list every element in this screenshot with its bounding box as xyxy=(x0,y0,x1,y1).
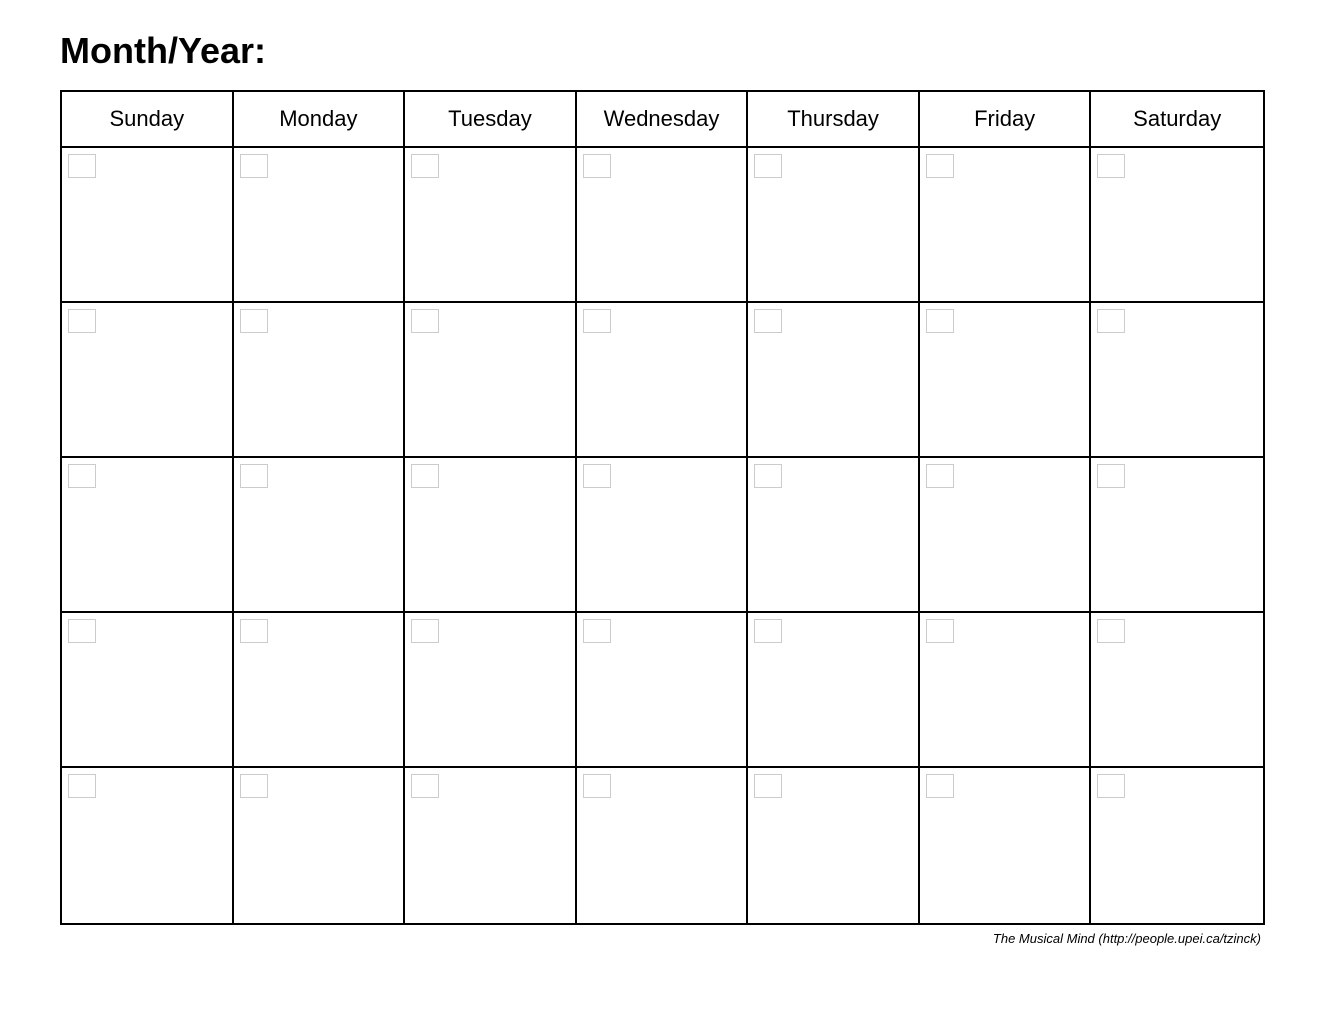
date-number-box xyxy=(926,619,954,643)
calendar-body xyxy=(62,148,1263,923)
calendar-cell xyxy=(62,458,234,611)
date-number-box xyxy=(926,154,954,178)
day-header-monday: Monday xyxy=(234,92,406,146)
calendar-cell xyxy=(1091,768,1263,923)
calendar-cell xyxy=(1091,148,1263,301)
date-number-box xyxy=(583,154,611,178)
date-number-box xyxy=(926,464,954,488)
day-header-saturday: Saturday xyxy=(1091,92,1263,146)
calendar-cell xyxy=(577,148,749,301)
date-number-box xyxy=(754,774,782,798)
date-number-box xyxy=(68,774,96,798)
date-number-box xyxy=(754,619,782,643)
calendar-cell xyxy=(62,303,234,456)
date-number-box xyxy=(411,619,439,643)
calendar-cell xyxy=(748,458,920,611)
date-number-box xyxy=(411,774,439,798)
date-number-box xyxy=(68,619,96,643)
calendar-cell xyxy=(405,768,577,923)
day-header-tuesday: Tuesday xyxy=(405,92,577,146)
calendar-cell xyxy=(748,768,920,923)
date-number-box xyxy=(754,154,782,178)
page-title: Month/Year: xyxy=(60,30,1265,72)
calendar-cell xyxy=(920,768,1092,923)
calendar-cell xyxy=(234,458,406,611)
calendar-cell xyxy=(920,613,1092,766)
date-number-box xyxy=(1097,464,1125,488)
calendar-week-3 xyxy=(62,458,1263,613)
day-header-thursday: Thursday xyxy=(748,92,920,146)
calendar-cell xyxy=(577,768,749,923)
date-number-box xyxy=(240,774,268,798)
calendar-week-1 xyxy=(62,148,1263,303)
date-number-box xyxy=(1097,619,1125,643)
date-number-box xyxy=(926,309,954,333)
calendar-cell xyxy=(405,458,577,611)
calendar-cell xyxy=(405,303,577,456)
date-number-box xyxy=(411,154,439,178)
day-header-wednesday: Wednesday xyxy=(577,92,749,146)
calendar-week-5 xyxy=(62,768,1263,923)
calendar-cell xyxy=(577,458,749,611)
date-number-box xyxy=(411,309,439,333)
date-number-box xyxy=(926,774,954,798)
calendar-cell xyxy=(405,613,577,766)
date-number-box xyxy=(583,464,611,488)
calendar-cell xyxy=(748,613,920,766)
date-number-box xyxy=(583,309,611,333)
calendar-cell xyxy=(748,148,920,301)
date-number-box xyxy=(240,619,268,643)
calendar-week-2 xyxy=(62,303,1263,458)
date-number-box xyxy=(411,464,439,488)
calendar-cell xyxy=(62,148,234,301)
date-number-box xyxy=(240,464,268,488)
calendar-cell xyxy=(1091,613,1263,766)
calendar-cell xyxy=(577,613,749,766)
date-number-box xyxy=(68,464,96,488)
day-header-sunday: Sunday xyxy=(62,92,234,146)
calendar-cell xyxy=(1091,303,1263,456)
date-number-box xyxy=(240,309,268,333)
calendar-header: SundayMondayTuesdayWednesdayThursdayFrid… xyxy=(62,92,1263,148)
date-number-box xyxy=(754,464,782,488)
calendar-cell xyxy=(62,768,234,923)
calendar-cell xyxy=(577,303,749,456)
date-number-box xyxy=(583,774,611,798)
date-number-box xyxy=(68,154,96,178)
footer: The Musical Mind (http://people.upei.ca/… xyxy=(60,931,1265,946)
calendar-cell xyxy=(1091,458,1263,611)
calendar-cell xyxy=(234,303,406,456)
date-number-box xyxy=(1097,774,1125,798)
calendar-cell xyxy=(920,458,1092,611)
calendar-cell xyxy=(920,303,1092,456)
date-number-box xyxy=(754,309,782,333)
date-number-box xyxy=(1097,154,1125,178)
calendar-cell xyxy=(234,613,406,766)
calendar-cell xyxy=(405,148,577,301)
date-number-box xyxy=(68,309,96,333)
date-number-box xyxy=(583,619,611,643)
date-number-box xyxy=(1097,309,1125,333)
day-header-friday: Friday xyxy=(920,92,1092,146)
calendar-cell xyxy=(234,768,406,923)
calendar-week-4 xyxy=(62,613,1263,768)
date-number-box xyxy=(240,154,268,178)
calendar-cell xyxy=(234,148,406,301)
calendar-cell xyxy=(62,613,234,766)
calendar-cell xyxy=(920,148,1092,301)
calendar-cell xyxy=(748,303,920,456)
calendar-container: SundayMondayTuesdayWednesdayThursdayFrid… xyxy=(60,90,1265,925)
